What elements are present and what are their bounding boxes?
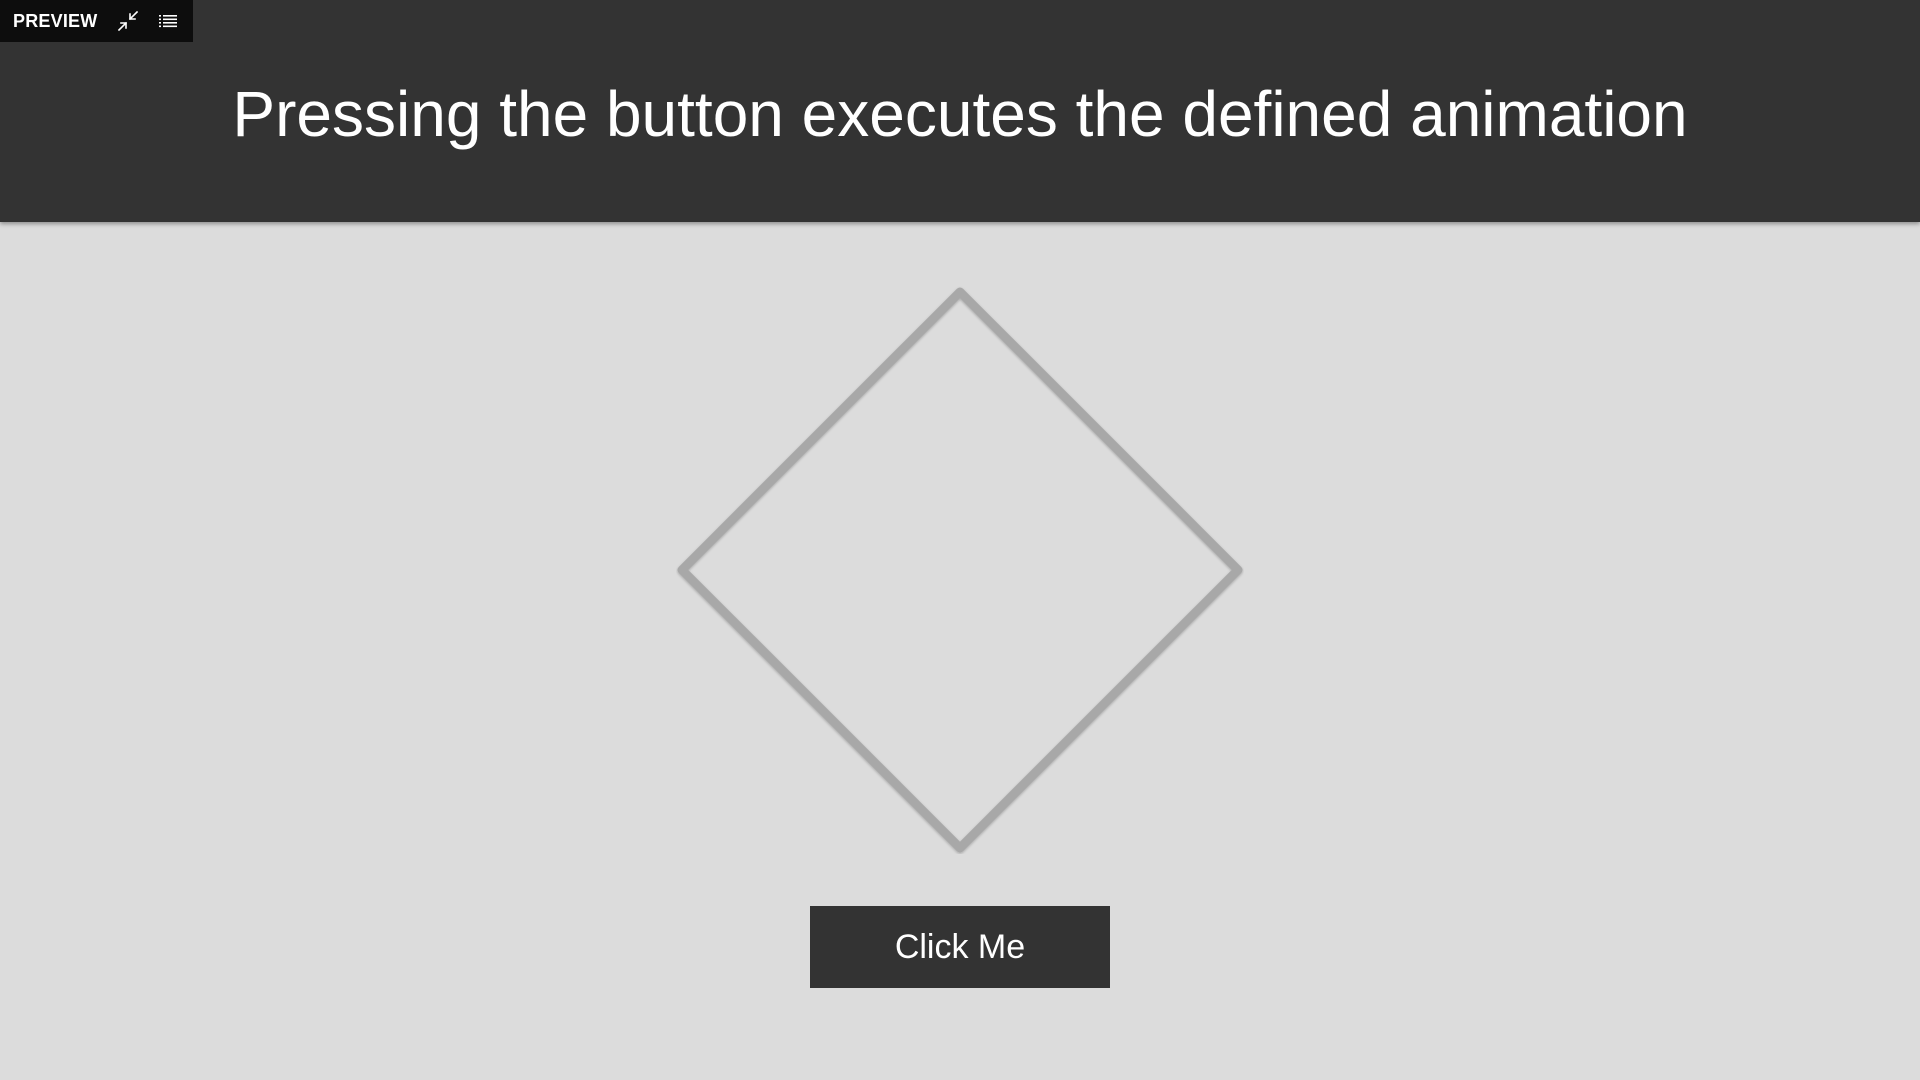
click-me-button[interactable]: Click Me bbox=[810, 906, 1110, 988]
preview-label: PREVIEW bbox=[13, 10, 98, 31]
list-menu-icon[interactable] bbox=[156, 9, 180, 33]
diamond-shape bbox=[676, 286, 1244, 854]
preview-toolbar: PREVIEW bbox=[0, 0, 193, 42]
presentation-stage: Pressing the button executes the defined… bbox=[0, 0, 1920, 1080]
title-bar: Pressing the button executes the defined… bbox=[0, 0, 1920, 222]
collapse-icon[interactable] bbox=[116, 9, 140, 33]
diamond-outline bbox=[677, 287, 1243, 853]
page-title: Pressing the button executes the defined… bbox=[232, 78, 1688, 150]
